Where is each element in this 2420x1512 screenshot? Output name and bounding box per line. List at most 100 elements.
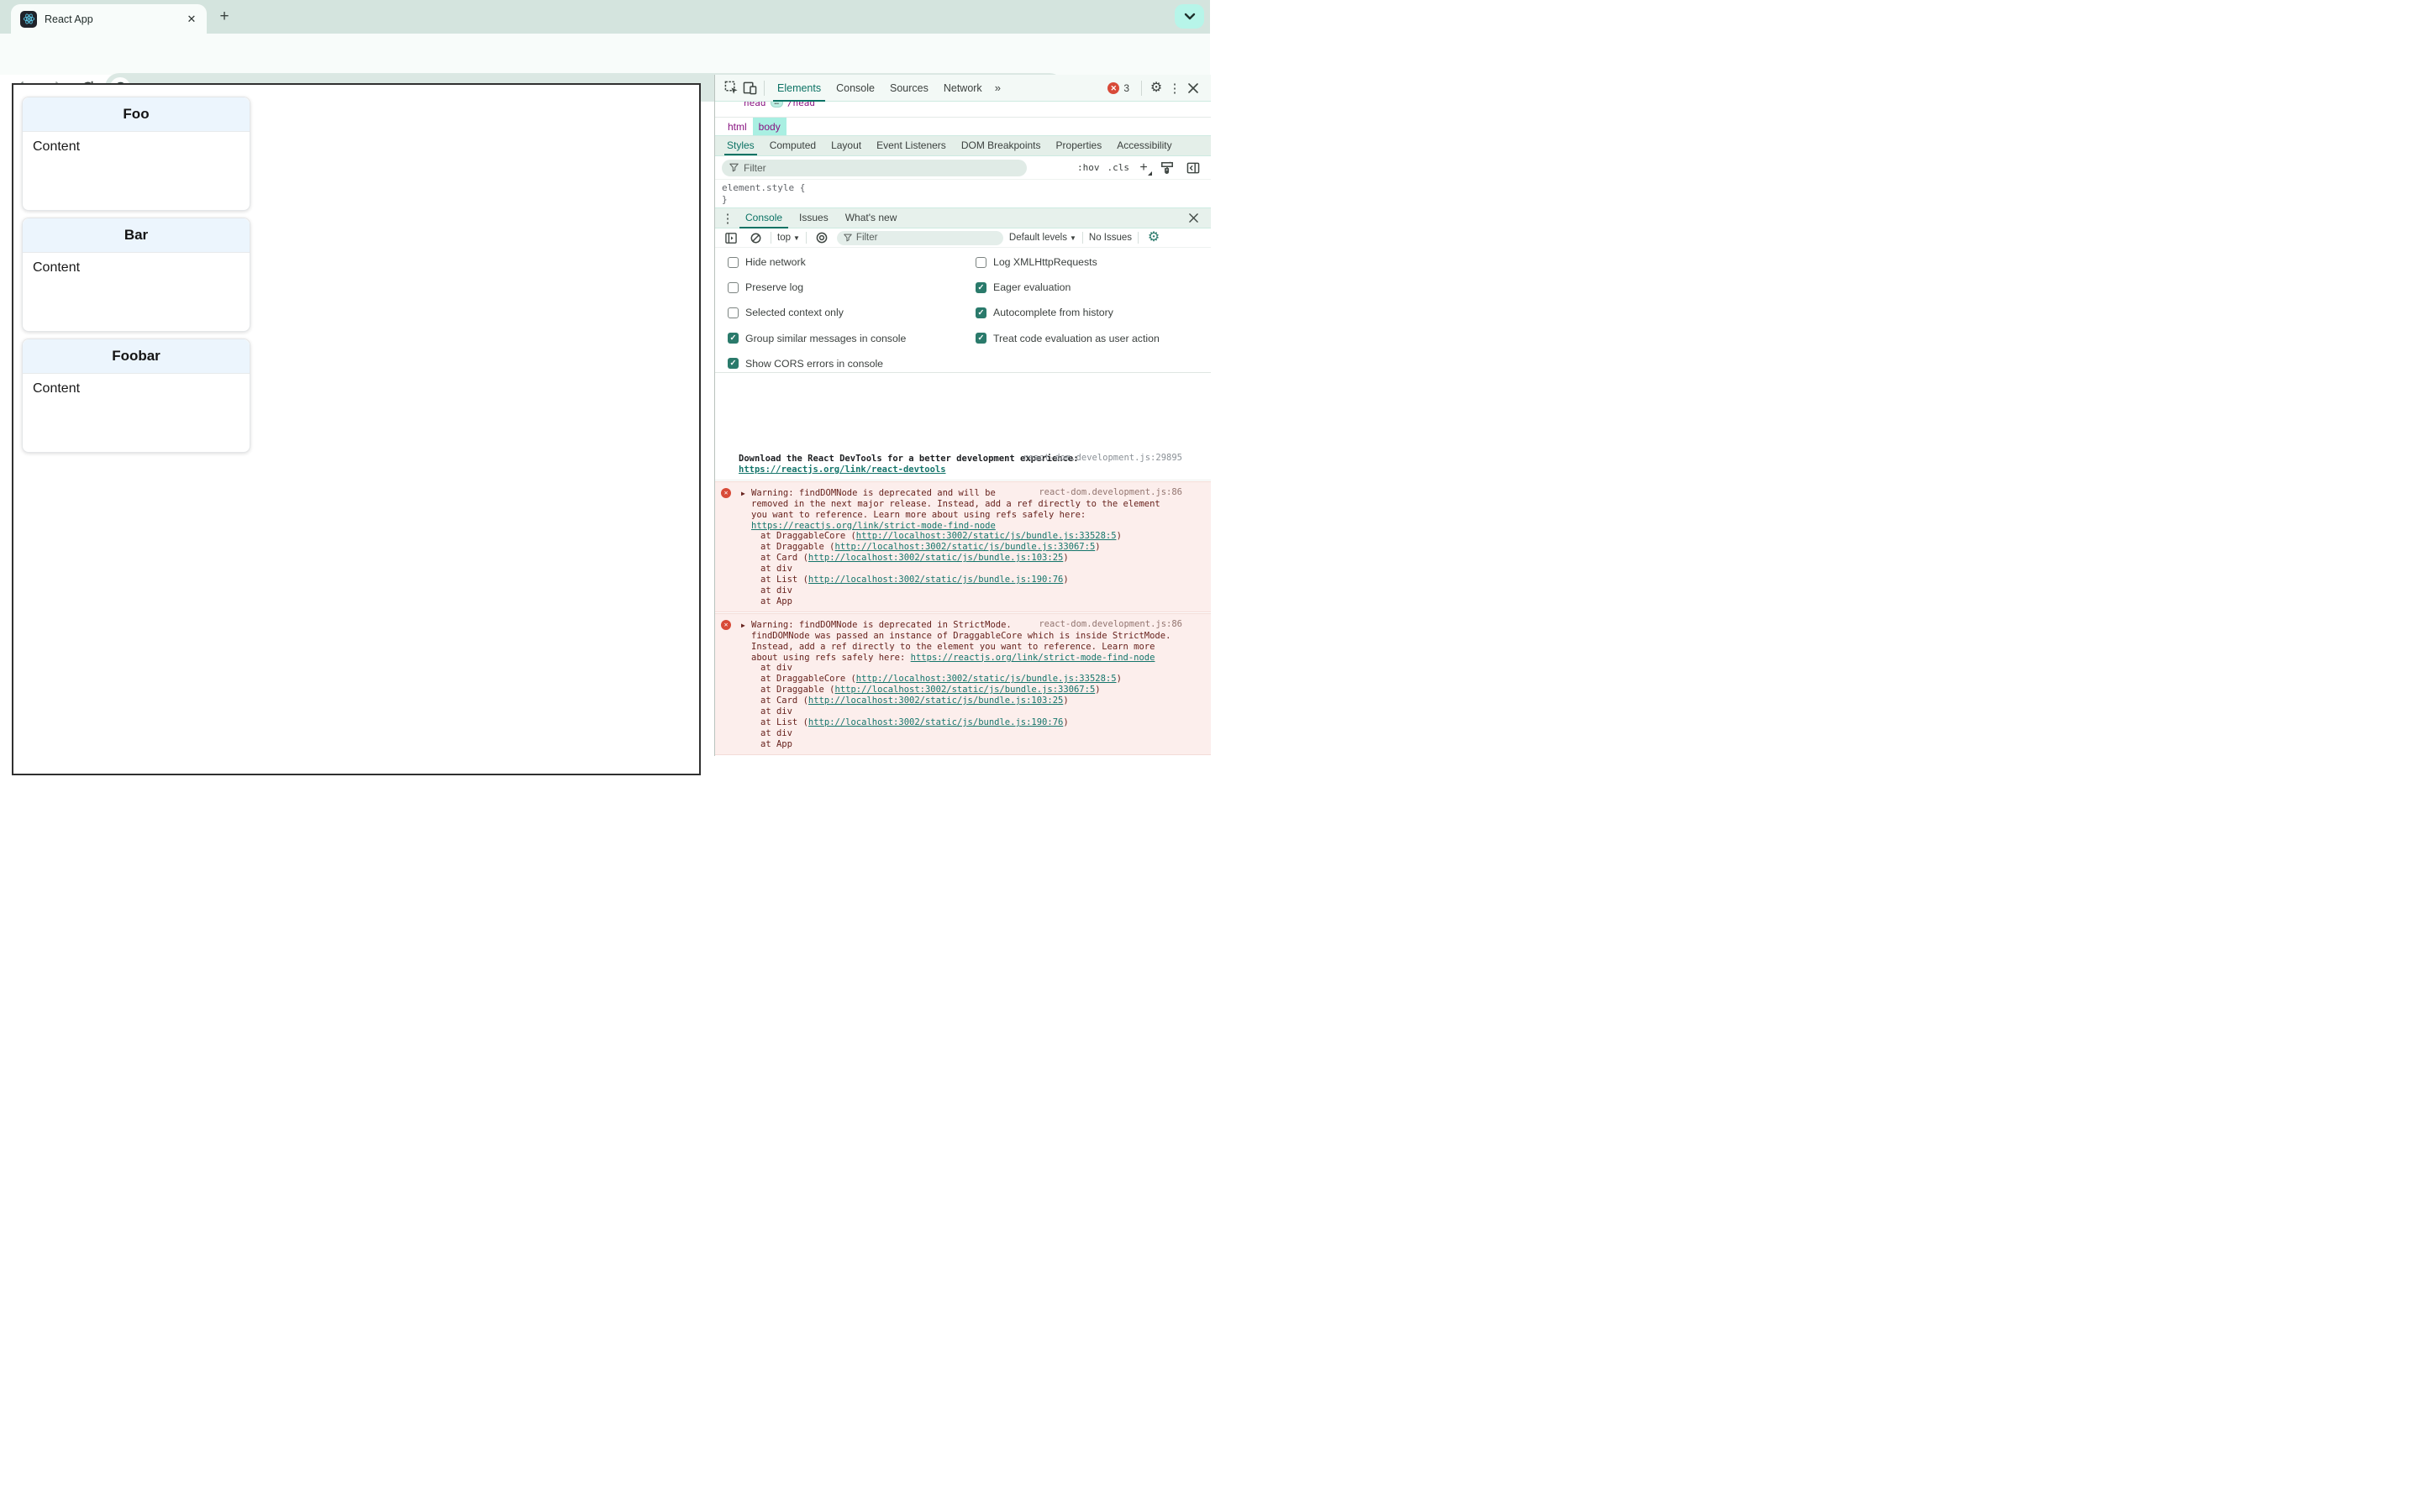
tab-computed[interactable]: Computed [763,136,823,155]
message-source-link[interactable]: react-dom.development.js:29895 [1023,453,1182,464]
drawer-close-icon[interactable] [1184,209,1202,228]
stack-frame-link[interactable]: http://localhost:3002/static/js/bundle.j… [856,674,1117,684]
console-setting[interactable]: Selected context only [728,304,844,321]
tab-dom-breakpoints[interactable]: DOM Breakpoints [955,136,1048,155]
tab-console[interactable]: Console [829,75,882,102]
console-message-error[interactable]: react-dom.development.js:86 ✕ ▶ Warning: fi… [715,480,1211,612]
context-selector[interactable]: top ▼ [777,233,800,243]
stack-frame-link[interactable]: http://localhost:3002/static/js/bundle.j… [808,717,1063,727]
console-setting[interactable]: ✓ Show CORS errors in console [728,355,883,372]
stack-frame-link[interactable]: http://localhost:3002/static/js/bundle.j… [808,553,1063,563]
toggle-sidebar-panel-icon[interactable] [1184,159,1202,177]
console-setting[interactable]: Log XMLHttpRequests [976,254,1097,270]
inspect-element-icon[interactable] [722,79,740,97]
error-icon: ✕ [721,619,731,630]
more-tabs-icon[interactable]: » [990,81,1006,94]
browser-tab[interactable]: React App ✕ [11,4,207,34]
tab-close-icon[interactable]: ✕ [185,13,198,26]
console-setting[interactable]: ✓ Group similar messages in console [728,330,906,347]
console-sidebar-icon[interactable] [722,228,740,247]
tab-accessibility[interactable]: Accessibility [1110,136,1178,155]
cls-toggle[interactable]: .cls [1107,162,1130,173]
log-levels-dropdown[interactable]: Default levels ▼ [1009,233,1076,243]
console-settings-gear-icon[interactable]: ⚙ [1144,228,1163,247]
console-setting[interactable]: Preserve log [728,279,803,296]
console-setting[interactable]: Hide network [728,254,806,270]
console-setting[interactable]: ✓ Eager evaluation [976,279,1071,296]
devtools-menu-kebab-icon[interactable]: ⋮ [1165,79,1184,97]
new-tab-button[interactable]: + [215,8,234,26]
stack-frame: at DraggableCore (http://localhost:3002/… [760,531,1122,542]
expand-triangle-icon[interactable]: ▶ [741,489,745,500]
console-setting[interactable]: ✓ Treat code evaluation as user action [976,330,1160,347]
message-link-line: https://reactjs.org/link/strict-mode-fin… [751,521,1182,532]
console-setting-label: Hide network [745,256,806,268]
element-style-block[interactable]: element.style { } [715,179,1211,207]
stack-frame-link[interactable]: http://localhost:3002/static/js/bundle.j… [835,542,1096,552]
message-link[interactable]: https://reactjs.org/link/strict-mode-fin… [911,653,1155,663]
stack-frame-link[interactable]: http://localhost:3002/static/js/bundle.j… [856,531,1117,541]
drawer-tab-issues[interactable]: Issues [791,208,837,228]
tab-event-listeners[interactable]: Event Listeners [870,136,953,155]
checkbox-unchecked-icon[interactable] [728,307,739,318]
message-link[interactable]: https://reactjs.org/link/strict-mode-fin… [751,521,996,531]
window-chevron-button[interactable] [1175,4,1204,29]
stack-frame-link[interactable]: http://localhost:3002/static/js/bundle.j… [835,685,1096,695]
checkbox-checked-icon[interactable]: ✓ [728,333,739,344]
devtools-settings-gear-icon[interactable]: ⚙ [1147,79,1165,97]
drawer-kebab-icon[interactable]: ⋮ [718,209,737,228]
breadcrumb-html[interactable]: html [722,118,753,135]
stack-frame-link[interactable]: http://localhost:3002/static/js/bundle.j… [808,696,1063,706]
message-source-link[interactable]: react-dom.development.js:86 [1039,487,1182,498]
checkbox-checked-icon[interactable]: ✓ [728,358,739,370]
checkbox-unchecked-icon[interactable] [728,256,739,268]
live-expression-eye-icon[interactable] [813,228,831,247]
brush-rendering-icon[interactable] [1158,159,1176,177]
checkbox-unchecked-icon[interactable] [976,256,986,268]
checkbox-checked-icon[interactable]: ✓ [976,307,986,318]
card-title-header[interactable]: Foobar [23,339,250,374]
message-link[interactable]: https://reactjs.org/link/react-devtools [739,465,946,475]
drawer-tab-console[interactable]: Console [737,208,791,228]
issues-counter[interactable]: No Issues [1089,233,1132,243]
hov-toggle[interactable]: :hov [1077,162,1100,173]
message-line: you want to reference. Learn more about … [751,509,1086,520]
card[interactable]: Bar Content [22,218,250,332]
device-toolbar-icon[interactable] [740,79,759,97]
console-message-error[interactable]: react-dom.development.js:86 ✕ ▶ Warning: fi… [715,612,1211,755]
stack-frame-link[interactable]: http://localhost:3002/static/js/bundle.j… [808,575,1063,585]
card[interactable]: Foo Content [22,97,250,211]
console-filter-placeholder: Filter [855,233,878,243]
tab-elements[interactable]: Elements [770,75,829,102]
expand-triangle-icon[interactable]: ▶ [741,621,745,632]
checkbox-checked-icon[interactable]: ✓ [976,281,986,293]
styles-filter-input[interactable]: Filter [722,159,1027,176]
card-title: Bar [124,227,149,243]
card-title-header[interactable]: Foo [23,97,250,132]
devtools-main-tabs: Elements Console Sources Network [770,75,990,102]
checkbox-checked-icon[interactable]: ✓ [976,333,986,344]
console-message-info[interactable]: react-dom.development.js:29895 Download t… [715,448,1211,480]
tab-network[interactable]: Network [936,75,990,102]
card-title-header[interactable]: Bar [23,218,250,253]
dom-tree-clipped[interactable]: head … /head [715,102,1211,117]
clear-console-icon[interactable] [746,228,765,247]
tab-properties[interactable]: Properties [1050,136,1109,155]
message-source-link[interactable]: react-dom.development.js:86 [1039,619,1182,630]
card[interactable]: Foobar Content [22,339,250,453]
tab-styles[interactable]: Styles [720,136,761,155]
message-line: findDOMNode was passed an instance of Dr… [751,630,1171,641]
card-body-text: Content [33,381,81,396]
error-count-badge[interactable]: ✕ 3 [1107,81,1129,94]
console-filter-input[interactable]: Filter [836,230,1003,245]
drawer-tab-what-s-new[interactable]: What's new [837,208,906,228]
dom-ellipsis-pill[interactable]: … [770,102,783,108]
tab-sources[interactable]: Sources [882,75,936,102]
new-style-rule-icon[interactable]: + [1137,160,1152,176]
devtools-panel: Elements Console Sources Network » ✕ 3 ⚙ ⋮ … [714,75,1211,756]
tab-layout[interactable]: Layout [824,136,868,155]
breadcrumb-body[interactable]: body [752,118,786,135]
devtools-close-icon[interactable] [1184,79,1202,97]
checkbox-unchecked-icon[interactable] [728,281,739,293]
console-setting[interactable]: ✓ Autocomplete from history [976,304,1113,321]
